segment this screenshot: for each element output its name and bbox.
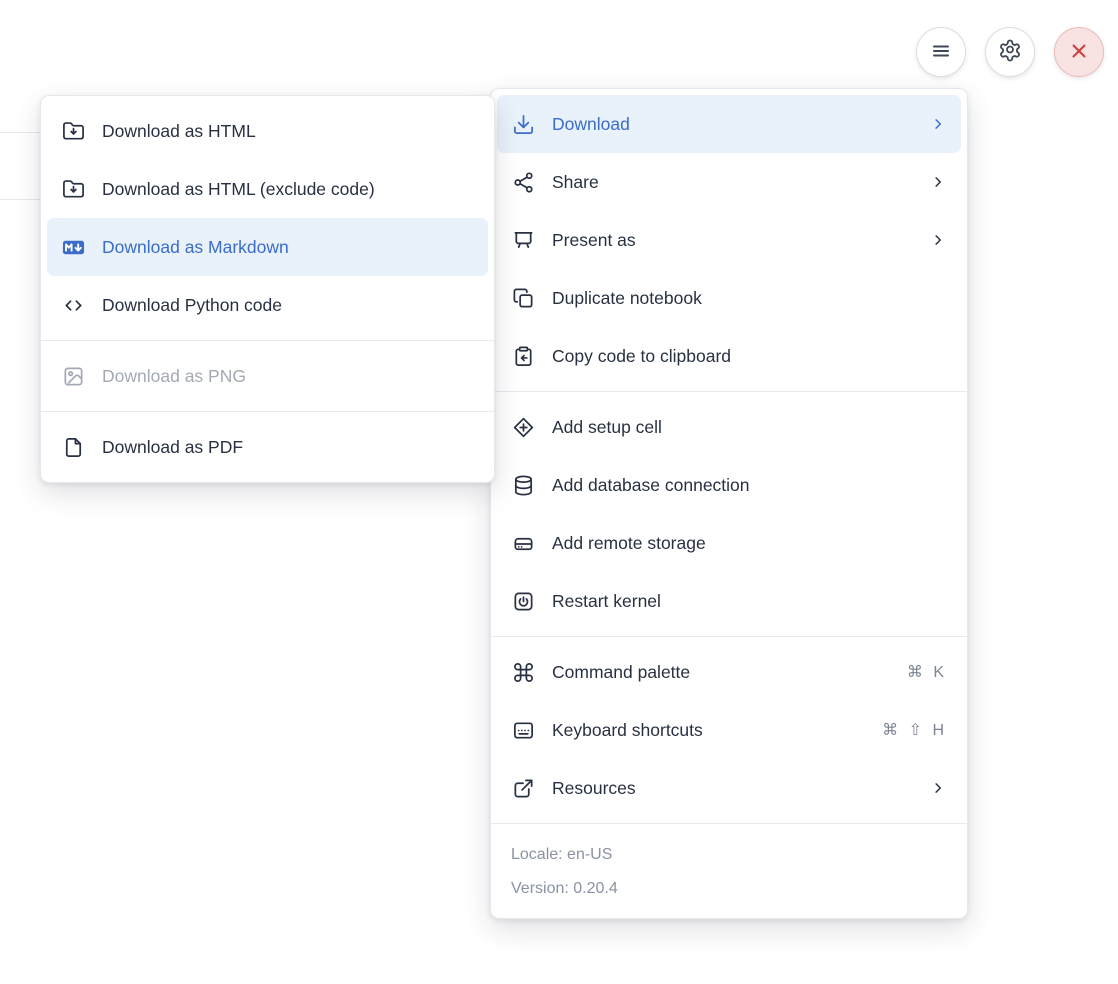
menu-item-share[interactable]: Share [497, 153, 961, 211]
shortcut-hint: ⌘ ⇧ H [882, 720, 947, 740]
menu-item-keyboard-shortcuts[interactable]: Keyboard shortcuts⌘ ⇧ H [497, 701, 961, 759]
power-icon [511, 589, 535, 613]
chevron-right-icon [929, 115, 947, 133]
shortcut-hint: ⌘ K [907, 662, 947, 682]
version-text: Version: 0.20.4 [511, 872, 947, 906]
chevron-right-icon [929, 173, 947, 191]
close-icon [1067, 39, 1091, 66]
presentation-icon [511, 228, 535, 252]
menu-item-add-setup-cell[interactable]: Add setup cell [497, 398, 961, 456]
menu-item-label: Add setup cell [552, 417, 947, 438]
menu-item-label: Share [552, 172, 929, 193]
download-submenu: Download as HTML Download as HTML (exclud… [40, 95, 495, 483]
menu-item-command-palette[interactable]: Command palette⌘ K [497, 643, 961, 701]
menu-separator [491, 391, 967, 392]
background-cell-border [0, 199, 41, 200]
folder-download-icon [61, 119, 85, 143]
menu-item-label: Restart kernel [552, 591, 947, 612]
menu-separator [491, 636, 967, 637]
main-menu: Download Share Present as Duplicate noteboo… [490, 88, 968, 919]
settings-button[interactable] [985, 27, 1035, 77]
chevron-right-icon [929, 231, 947, 249]
hard-drive-icon [511, 531, 535, 555]
menu-item-copy-code-to-clipboard[interactable]: Copy code to clipboard [497, 327, 961, 385]
menu-item-label: Add remote storage [552, 533, 947, 554]
keyboard-icon [511, 718, 535, 742]
menu-item-download-as-pdf[interactable]: Download as PDF [47, 418, 488, 476]
toolbar [916, 27, 1104, 77]
menu-item-add-remote-storage[interactable]: Add remote storage [497, 514, 961, 572]
main-menu-items: Download Share Present as Duplicate noteboo… [497, 95, 961, 817]
menu-item-download-as-markdown[interactable]: Download as Markdown [47, 218, 488, 276]
clipboard-icon [511, 344, 535, 368]
menu-item-add-database-connection[interactable]: Add database connection [497, 456, 961, 514]
menu-item-present-as[interactable]: Present as [497, 211, 961, 269]
command-icon [511, 660, 535, 684]
gear-icon [998, 39, 1022, 66]
download-icon [511, 112, 535, 136]
menu-item-label: Download as Markdown [102, 237, 474, 258]
menu-item-label: Keyboard shortcuts [552, 720, 882, 741]
menu-item-download-python-code[interactable]: Download Python code [47, 276, 488, 334]
menu-item-label: Command palette [552, 662, 907, 683]
locale-text: Locale: en-US [511, 838, 947, 872]
menu-separator [41, 340, 494, 341]
menu-item-duplicate-notebook[interactable]: Duplicate notebook [497, 269, 961, 327]
code-icon [61, 293, 85, 317]
menu-item-label: Download [552, 114, 929, 135]
menu-item-label: Download as HTML (exclude code) [102, 179, 474, 200]
close-button[interactable] [1054, 27, 1104, 77]
menu-item-restart-kernel[interactable]: Restart kernel [497, 572, 961, 630]
menu-button[interactable] [916, 27, 966, 77]
hamburger-icon [929, 39, 953, 66]
external-link-icon [511, 776, 535, 800]
menu-item-label: Copy code to clipboard [552, 346, 947, 367]
menu-item-label: Resources [552, 778, 929, 799]
diamond-plus-icon [511, 415, 535, 439]
database-icon [511, 473, 535, 497]
share-icon [511, 170, 535, 194]
folder-download-icon [61, 177, 85, 201]
menu-item-download[interactable]: Download [497, 95, 961, 153]
background-cell-border [0, 132, 41, 133]
menu-item-label: Download as PNG [102, 366, 474, 387]
menu-item-label: Add database connection [552, 475, 947, 496]
file-icon [61, 435, 85, 459]
menu-item-download-as-html-exclude-code[interactable]: Download as HTML (exclude code) [47, 160, 488, 218]
menu-item-label: Download Python code [102, 295, 474, 316]
menu-item-label: Download as HTML [102, 121, 474, 142]
markdown-icon [61, 235, 85, 259]
menu-separator [491, 823, 967, 824]
menu-item-resources[interactable]: Resources [497, 759, 961, 817]
image-icon [61, 364, 85, 388]
menu-item-label: Present as [552, 230, 929, 251]
menu-item-download-as-png: Download as PNG [47, 347, 488, 405]
menu-item-label: Download as PDF [102, 437, 474, 458]
chevron-right-icon [929, 779, 947, 797]
menu-item-download-as-html[interactable]: Download as HTML [47, 102, 488, 160]
duplicate-icon [511, 286, 535, 310]
menu-footer: Locale: en-US Version: 0.20.4 [497, 830, 961, 912]
menu-item-label: Duplicate notebook [552, 288, 947, 309]
menu-separator [41, 411, 494, 412]
